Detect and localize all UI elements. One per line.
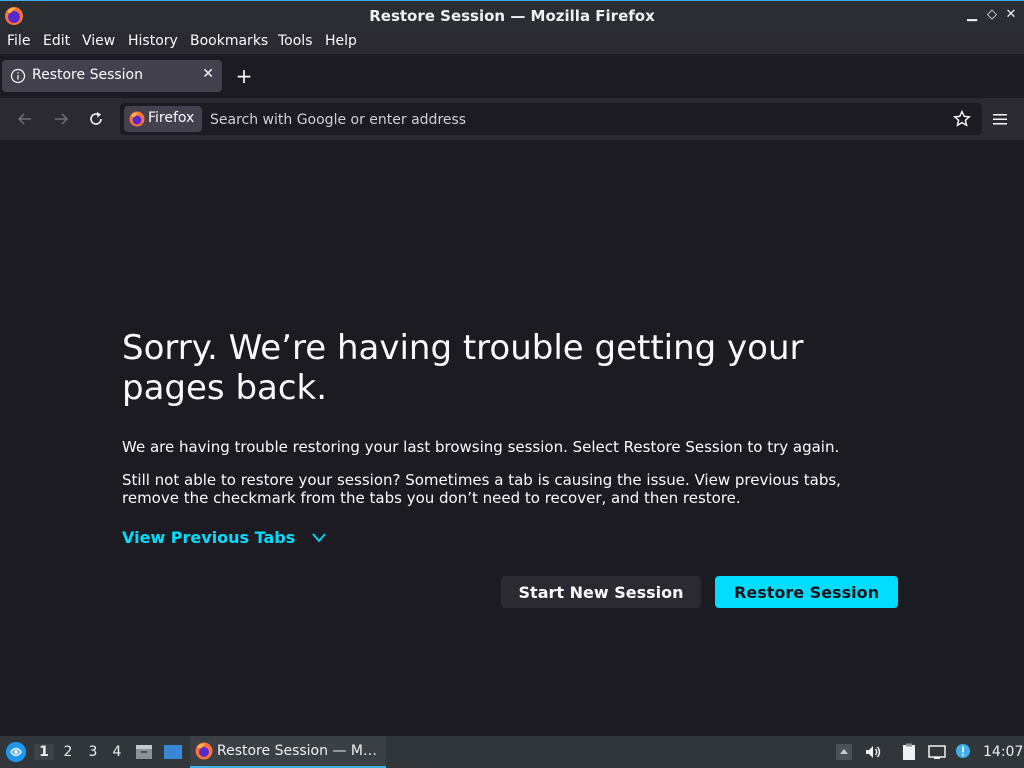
url-input[interactable] (208, 103, 932, 137)
menu-file[interactable]: File (7, 33, 30, 49)
task-label: Restore Session — M… (217, 743, 377, 759)
restore-explanation: We are having trouble restoring your las… (122, 438, 840, 456)
tab-label: Restore Session (32, 67, 143, 83)
menu-edit[interactable]: Edit (43, 33, 70, 49)
navigation-toolbar: Firefox (0, 98, 1024, 140)
chevron-down-icon[interactable] (310, 530, 328, 546)
menubar: File Edit View History Bookmarks Tools H… (0, 30, 1024, 54)
desktop-3[interactable]: 3 (83, 744, 103, 760)
maximize-icon[interactable]: ◇ (982, 5, 1002, 25)
menu-bookmarks[interactable]: Bookmarks (190, 33, 268, 49)
close-icon[interactable]: ✕ (1001, 5, 1021, 25)
desktop-4[interactable]: 4 (107, 744, 127, 760)
menu-view[interactable]: View (82, 33, 115, 49)
network-icon[interactable] (927, 742, 947, 762)
forward-arrow-icon[interactable] (50, 108, 72, 130)
identity-box[interactable]: Firefox (124, 106, 202, 132)
view-previous-tabs-link[interactable]: View Previous Tabs (122, 528, 295, 547)
menu-help[interactable]: Help (325, 33, 357, 49)
window-title: Restore Session — Mozilla Firefox (369, 7, 655, 25)
identity-label: Firefox (148, 110, 195, 126)
bookmark-star-icon[interactable] (952, 109, 972, 129)
tab-close-icon[interactable]: ✕ (202, 66, 214, 82)
notifications-icon[interactable] (953, 742, 973, 762)
restore-hint: Still not able to restore your session? … (122, 471, 841, 507)
menu-tools[interactable]: Tools (278, 33, 313, 49)
tab-strip: Restore Session ✕ + (0, 54, 1024, 98)
menu-history[interactable]: History (128, 33, 178, 49)
back-arrow-icon[interactable] (14, 108, 36, 130)
restore-session-button[interactable]: Restore Session (715, 576, 898, 608)
tab-restore-session[interactable]: Restore Session ✕ (2, 60, 222, 92)
desktop-1[interactable]: 1 (34, 744, 54, 760)
new-tab-button[interactable]: + (234, 66, 254, 86)
minimize-icon[interactable]: ▁ (962, 5, 982, 25)
taskbar: 1 2 3 4 Restore Session — M… 14:07 (0, 736, 1024, 768)
taskbar-task-firefox[interactable]: Restore Session — M… (190, 736, 386, 768)
info-icon (10, 68, 26, 84)
clock: 14:07 (983, 744, 1024, 760)
tray-expand-icon[interactable] (834, 742, 854, 762)
clipboard-icon[interactable] (899, 742, 919, 762)
hamburger-menu-icon[interactable] (990, 109, 1010, 129)
volume-icon[interactable] (863, 742, 883, 762)
page-title: Sorry. We’re having trouble getting your… (122, 328, 804, 408)
reload-icon[interactable] (85, 108, 107, 130)
page-content: Sorry. We’re having trouble getting your… (0, 140, 1024, 736)
show-desktop-icon[interactable] (163, 742, 183, 762)
file-manager-icon[interactable] (134, 742, 154, 762)
firefox-logo-icon (129, 111, 145, 127)
application-launcher-icon[interactable] (5, 741, 27, 763)
firefox-task-icon (195, 742, 213, 760)
start-new-session-button[interactable]: Start New Session (501, 576, 701, 608)
url-bar[interactable]: Firefox (120, 103, 982, 137)
window-titlebar: Restore Session — Mozilla Firefox ▁ ◇ ✕ (0, 0, 1024, 30)
desktop-2[interactable]: 2 (58, 744, 78, 760)
